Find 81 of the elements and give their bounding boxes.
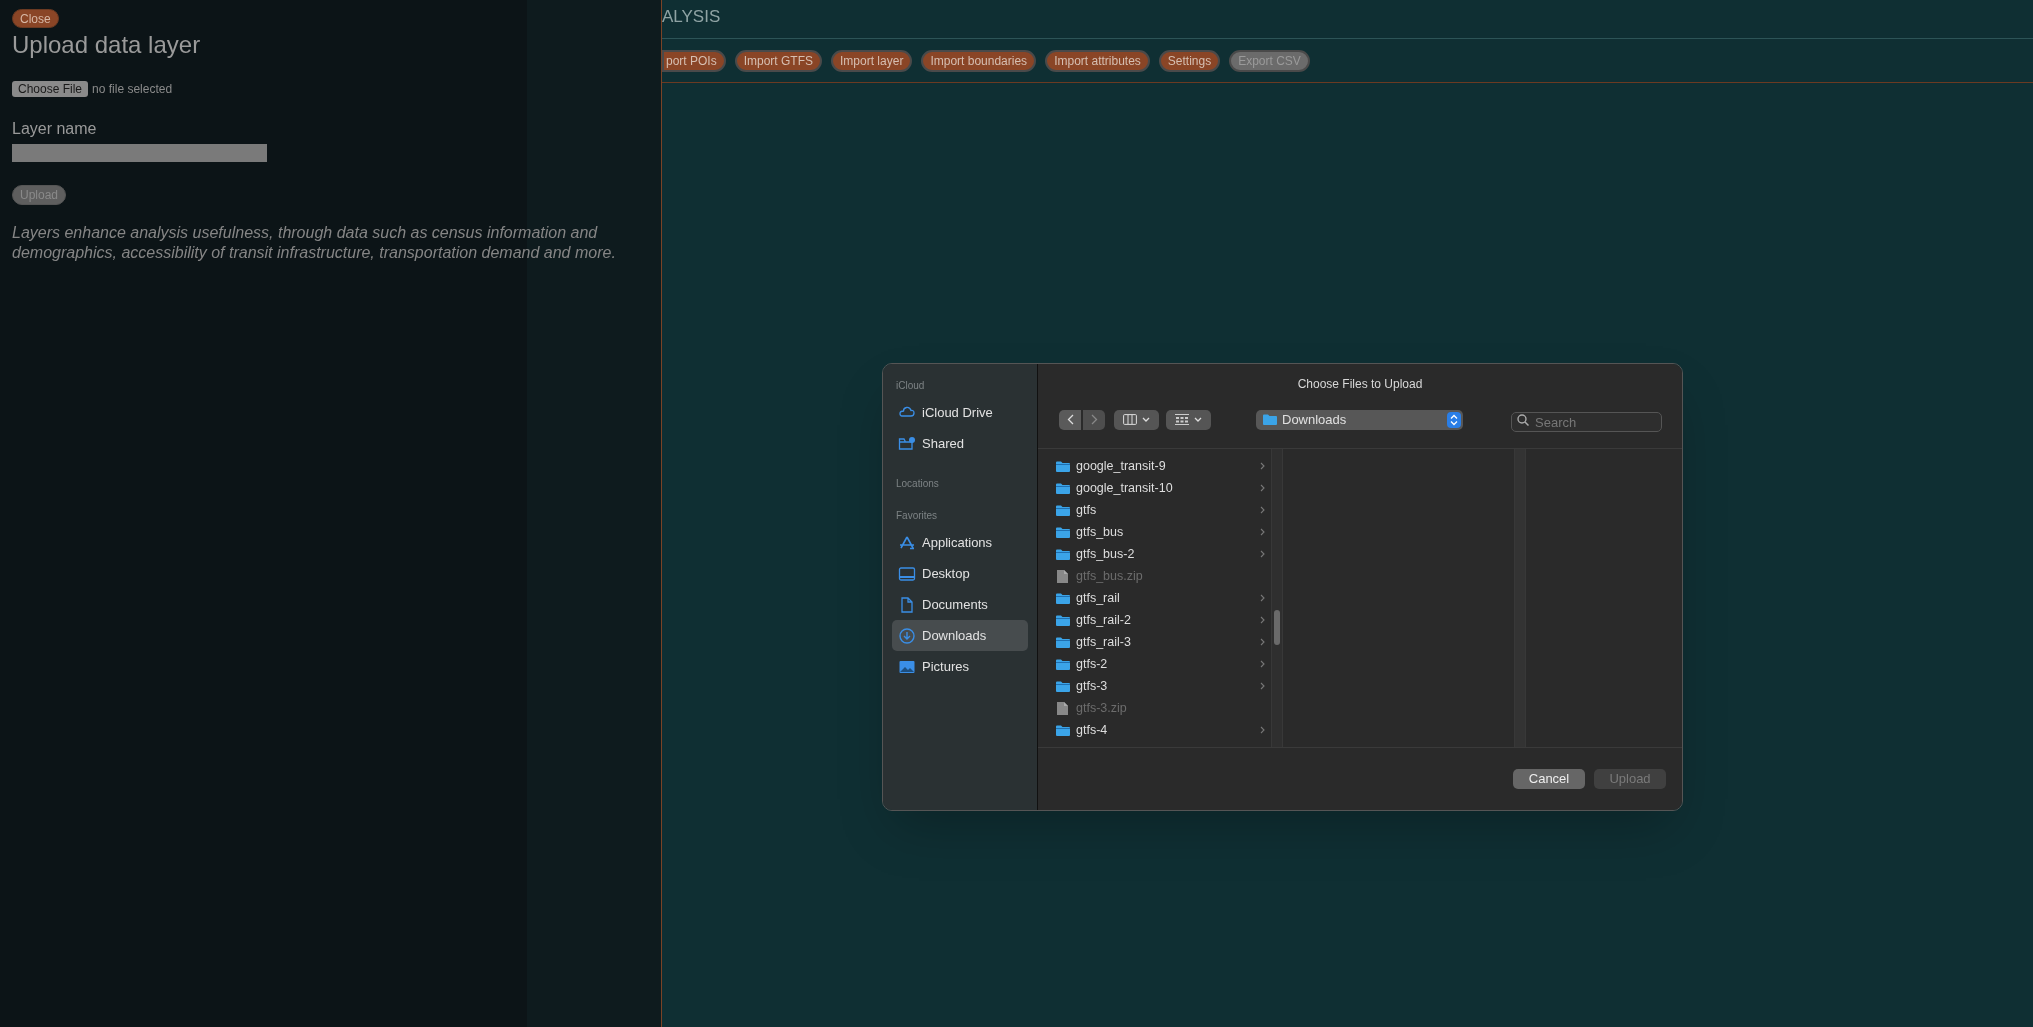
- sidebar-item[interactable]: Pictures: [892, 651, 1028, 682]
- file-row[interactable]: gtfs_bus: [1045, 521, 1271, 543]
- chevron-right-icon: [1260, 660, 1265, 668]
- sidebar-item[interactable]: Shared: [892, 428, 1028, 459]
- sidebar-item[interactable]: Desktop: [892, 558, 1028, 589]
- toolbar-button[interactable]: port POIs: [662, 49, 726, 72]
- back-button[interactable]: [1059, 409, 1081, 430]
- toolbar-button[interactable]: Import layer: [831, 49, 913, 72]
- chevron-right-icon: [1260, 528, 1265, 536]
- folder-icon: [1055, 526, 1070, 538]
- file-row[interactable]: google_transit-10: [1045, 477, 1271, 499]
- sidebar-item[interactable]: Documents: [892, 589, 1028, 620]
- caret-icon: [1194, 417, 1202, 422]
- chevron-right-icon: [1260, 506, 1265, 514]
- file-row[interactable]: gtfs_bus-2: [1045, 543, 1271, 565]
- folder-icon: [1055, 460, 1070, 472]
- chevron-right-icon: [1260, 616, 1265, 624]
- grid-icon: [1175, 414, 1189, 425]
- desktop-icon: [898, 564, 916, 583]
- file-row[interactable]: google_transit-9: [1045, 455, 1271, 477]
- folder-icon: [1055, 658, 1070, 670]
- toolbar-button[interactable]: Import boundaries: [921, 49, 1037, 72]
- panel-title: Upload data layer: [12, 30, 201, 60]
- folder-icon: [1055, 592, 1070, 604]
- search-icon: [1517, 413, 1529, 426]
- chevron-right-icon: [1260, 682, 1265, 690]
- section-header: iCloud: [895, 379, 926, 393]
- file-icon: [1057, 569, 1068, 583]
- folder-icon: [1055, 724, 1070, 736]
- dialog-button[interactable]: Cancel: [1513, 769, 1585, 789]
- file-row[interactable]: gtfs_rail-2: [1045, 609, 1271, 631]
- file-icon: [1057, 701, 1068, 715]
- nav-tab[interactable]: ALYSIS: [662, 4, 721, 30]
- folder-icon: [1263, 414, 1277, 425]
- dialog-title: Choose Files to Upload: [1296, 376, 1424, 391]
- file-row[interactable]: gtfs_rail-3: [1045, 631, 1271, 653]
- chevron-right-icon: [1260, 484, 1265, 492]
- location-dropdown[interactable]: Downloads: [1256, 409, 1463, 430]
- chevron-right-icon: [1260, 726, 1265, 734]
- stepper-icon: [1447, 411, 1461, 428]
- column-view-button[interactable]: [1114, 409, 1159, 430]
- chevron-right-icon: [1260, 638, 1265, 646]
- scroll-thumb[interactable]: [1274, 610, 1280, 645]
- file-row[interactable]: gtfs_rail: [1045, 587, 1271, 609]
- sidebar-item[interactable]: Applications: [892, 527, 1028, 558]
- sidebar-item[interactable]: iCloud Drive: [892, 397, 1028, 428]
- folder-icon: [1055, 614, 1070, 626]
- group-view-button[interactable]: [1166, 409, 1211, 430]
- chevron-right-icon: [1090, 414, 1098, 425]
- folder-icon: [1055, 482, 1070, 494]
- file-row[interactable]: gtfs: [1045, 499, 1271, 521]
- columns-icon: [1123, 414, 1137, 425]
- search-field[interactable]: Search: [1511, 412, 1662, 432]
- layer-name-field[interactable]: [12, 144, 267, 162]
- folder-icon: [1055, 636, 1070, 648]
- section-header: Locations: [895, 477, 940, 491]
- document-icon: [898, 595, 916, 614]
- chevron-right-icon: [1260, 462, 1265, 470]
- field-label: Layer name: [12, 119, 97, 139]
- file-row[interactable]: gtfs-4: [1045, 719, 1271, 741]
- download-icon: [898, 626, 916, 645]
- folder-icon: [1055, 548, 1070, 560]
- file-row[interactable]: gtfs-3: [1045, 675, 1271, 697]
- close-button[interactable]: Close: [12, 9, 59, 28]
- chevron-right-icon: [1260, 594, 1265, 602]
- file-status: no file selected: [92, 81, 173, 98]
- shared-folder-icon: [898, 434, 916, 453]
- sidebar-item[interactable]: Downloads: [892, 620, 1028, 651]
- toolbar-button[interactable]: Import GTFS: [734, 49, 823, 72]
- folder-icon: [1055, 504, 1070, 516]
- file-row[interactable]: gtfs-2: [1045, 653, 1271, 675]
- folder-icon: [1055, 680, 1070, 692]
- section-header: Favorites: [895, 509, 939, 523]
- chevron-left-icon: [1066, 414, 1074, 425]
- caret-icon: [1142, 417, 1150, 422]
- chevron-right-icon: [1260, 550, 1265, 558]
- toolbar-button[interactable]: Settings: [1158, 49, 1221, 72]
- description: Layers enhance analysis usefulness, through data such as census information and demographics, accessibility of transit infrastructure, transportation demand and more.: [12, 223, 617, 263]
- toolbar-button[interactable]: Import attributes: [1045, 49, 1150, 72]
- forward-button[interactable]: [1083, 409, 1105, 430]
- choose-file-button[interactable]: Choose File: [12, 81, 89, 97]
